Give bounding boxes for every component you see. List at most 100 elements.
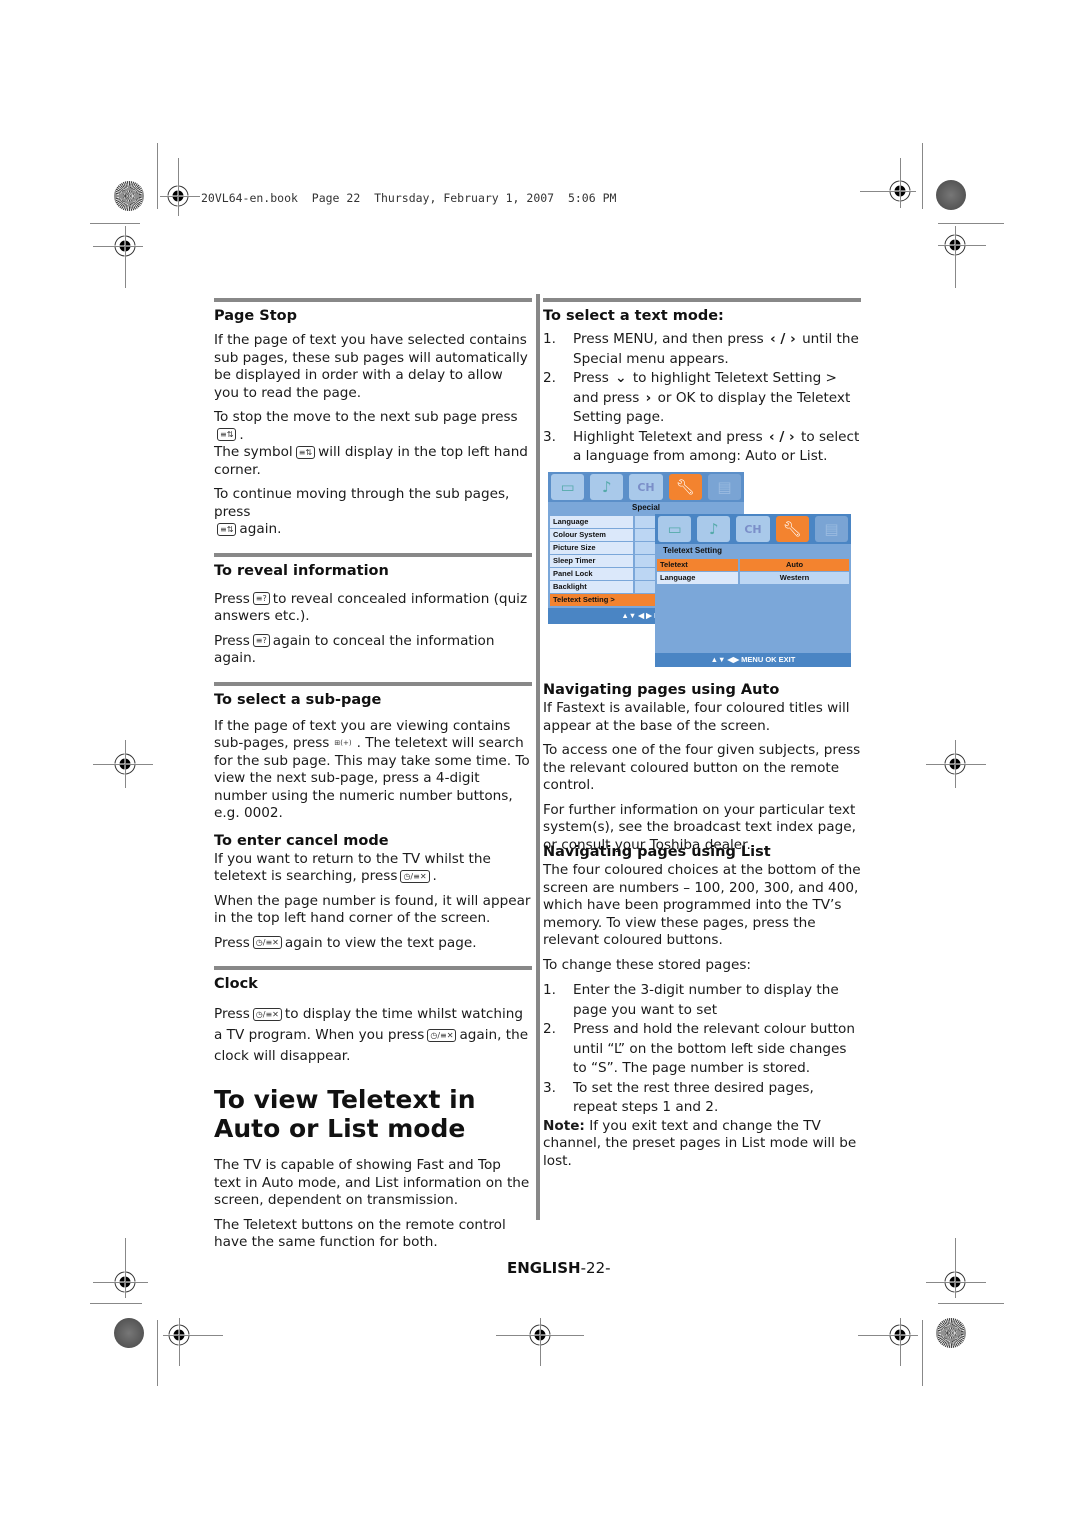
teletext-setting-menu-screenshot: ▭ ♪ CH 🔧︎ ▤ Teletext Setting Teletext Aut… (655, 514, 851, 667)
menu-item-label: Language (550, 516, 633, 528)
trim-line (900, 1318, 901, 1366)
menu-item-label: Teletext (657, 559, 738, 571)
text: again to view the text page. (284, 934, 477, 951)
column-divider (536, 294, 540, 1220)
step-list: 1. Press MENU, and then press ‹ / › until… (543, 330, 861, 467)
right-arrow-icon: › (645, 389, 652, 406)
trim-line (157, 143, 158, 209)
teletext-icon: ▤ (707, 474, 742, 500)
footer-language: ENGLISH (507, 1259, 581, 1277)
color-rosette-icon (936, 180, 966, 210)
text: To set the rest three desired pages, rep… (573, 1079, 814, 1116)
hold-icon: ≡⇅ (295, 445, 316, 459)
note: Note: If you exit text and change the TV… (543, 1118, 861, 1171)
section-title: To select a text mode: (543, 308, 724, 324)
trim-line (900, 158, 901, 208)
paragraph: Press ◷/≡✕ to display the time whilst watc… (214, 1004, 532, 1067)
paragraph: The four coloured choices at the bottom … (543, 862, 861, 948)
section-title: Page Stop (214, 308, 297, 324)
down-arrow-icon: ⌄ (615, 370, 627, 386)
left-right-arrow-icon: ‹ / › (769, 428, 795, 445)
section-title: To reveal information (214, 562, 389, 579)
step-item: 2. Press and hold the relevant colour but… (543, 1020, 861, 1079)
trim-line (938, 1303, 1004, 1304)
color-rosette-icon (114, 1318, 144, 1348)
channel-icon: CH (629, 474, 663, 500)
menu-item-label: Backlight (550, 581, 633, 593)
trim-line (938, 223, 1004, 224)
page-heading: To view Teletext in Auto or List mode (214, 1085, 476, 1143)
trim-line (93, 246, 143, 247)
paragraph: The Teletext buttons on the remote contr… (214, 1216, 506, 1251)
step-number: 3. (543, 1079, 556, 1096)
reveal-icon: ≡? (252, 592, 270, 605)
section-title: Navigating pages using List (543, 844, 771, 860)
text: The symbol (214, 444, 293, 460)
text: Press (214, 590, 250, 607)
clock-icon: ◷/≡✕ (252, 1007, 282, 1021)
paragraph: Press ≡? again to conceal the information … (214, 633, 532, 668)
trim-line (90, 223, 140, 224)
picture-icon: ▭ (658, 516, 692, 542)
paragraph: Press ◷/≡✕ again to view the text page. (214, 935, 532, 953)
trim-line (179, 1318, 180, 1366)
paragraph: To continue moving through the sub pages… (214, 486, 532, 539)
menu-item-label: Language (657, 572, 738, 584)
text: . (239, 426, 244, 443)
section-cancel: To enter cancel mode If you want to retu… (214, 833, 532, 953)
section-reveal: To reveal information Press ≡? to reveal c… (214, 552, 532, 668)
text: Press MENU, and then press (573, 331, 764, 347)
page-number: ENGLISH-22- (507, 1259, 611, 1277)
section-text-mode: To select a text mode: 1. Press MENU, and… (543, 298, 861, 467)
hold-icon: ≡⇅ (217, 428, 237, 441)
note-text: If you exit text and change the TV chann… (543, 1117, 857, 1169)
paragraph: The TV is capable of showing Fast and To… (214, 1157, 530, 1208)
cancel-icon: ◷/≡✕ (400, 869, 430, 883)
subpage-icon: ⊞(+) (334, 738, 352, 747)
wrench-icon: 🔧︎ (668, 474, 702, 500)
step-number: 3. (543, 428, 556, 445)
paragraph: If Fastext is available, four coloured t… (543, 700, 850, 734)
section-nav-list: Navigating pages using List The four col… (543, 844, 861, 1177)
section-clock: Clock Press ◷/≡✕ to display the time whils… (214, 966, 532, 1067)
cancel-icon: ◷/≡✕ (252, 936, 282, 949)
footer-page-number: -22- (580, 1259, 611, 1277)
menu-footer: ▲▼ ◀▶ MENU OK EXIT (655, 653, 851, 667)
text: Press (573, 370, 609, 386)
trim-line (93, 1282, 148, 1283)
section-rule (543, 298, 861, 302)
note-label: Note: (543, 1117, 585, 1134)
trim-line (922, 143, 923, 209)
step-item: 3. Highlight Teletext and press ‹ / › to … (543, 428, 861, 467)
section-rule (214, 681, 532, 686)
text: Press (214, 632, 250, 649)
text: To continue moving through the sub pages… (214, 486, 510, 520)
text: If you want to return to the TV whilst t… (214, 850, 491, 885)
trim-line (93, 764, 153, 765)
text: . (432, 868, 437, 884)
color-rosette-icon (936, 1318, 966, 1348)
section-rule (214, 966, 532, 970)
menu-icon-bar: ▭ ♪ CH 🔧︎ ▤ (655, 514, 851, 544)
hold-icon: ≡⇅ (217, 522, 237, 536)
paragraph: If you want to return to the TV whilst t… (214, 851, 532, 886)
section-title: To enter cancel mode (214, 832, 389, 849)
trim-line (125, 1238, 126, 1298)
menu-item-label: Colour System (550, 529, 633, 541)
trim-line (125, 226, 126, 288)
paragraph: To stop the move to the next sub page pr… (214, 409, 532, 479)
step-number: 1. (543, 331, 556, 347)
section-title: To select a sub-page (214, 691, 382, 708)
teletext-icon: ▤ (814, 516, 849, 542)
paragraph: To change these stored pages: (543, 956, 752, 973)
clock-icon: ◷/≡✕ (427, 1028, 457, 1042)
menu-item-label: Picture Size (550, 542, 633, 554)
step-item: 2. Press ⌄ to highlight Teletext Setting … (543, 369, 861, 428)
text: Press and hold the relevant colour butto… (573, 1021, 855, 1076)
text: Enter the 3-digit number to display the … (573, 982, 839, 1018)
trim-line (926, 1282, 986, 1283)
paragraph: If the page of text you have selected co… (214, 332, 528, 401)
trim-line (955, 1238, 956, 1298)
left-column: Page Stop If the page of text you have s… (214, 298, 532, 1259)
channel-icon: CH (736, 516, 770, 542)
